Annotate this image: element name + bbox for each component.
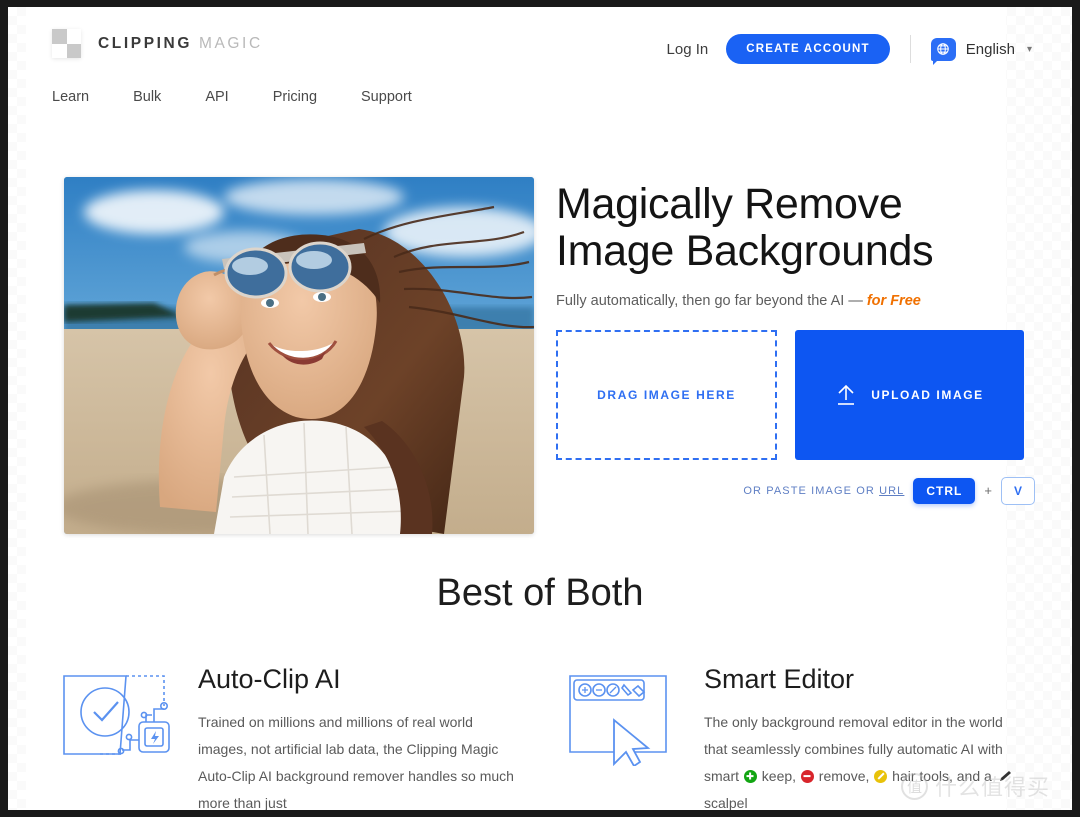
hero-subtitle-text: Fully automatically, then go far beyond … bbox=[556, 292, 867, 309]
feature-text-keep: keep, bbox=[757, 767, 800, 784]
section-title-best-of-both: Best of Both bbox=[436, 572, 644, 614]
hero-content: Magically Remove Image Backgrounds Fully… bbox=[556, 181, 1036, 505]
paste-hint-label: OR PASTE IMAGE OR URL bbox=[743, 485, 904, 497]
page-title: Magically Remove Image Backgrounds bbox=[556, 181, 1036, 275]
upload-image-button[interactable]: UPLOAD IMAGE bbox=[795, 329, 1024, 460]
smart-editor-icon bbox=[566, 662, 682, 766]
remove-tool-icon bbox=[800, 769, 814, 783]
feature-text: The only background removal editor in th… bbox=[704, 709, 1020, 810]
feature-text-end: scalpel bbox=[704, 794, 748, 810]
site-header: CLIPPING MAGIC Log In CREATE ACCOUNT Eng… bbox=[8, 7, 1072, 119]
paste-url-link[interactable]: URL bbox=[879, 485, 904, 497]
chevron-down-icon: ▾ bbox=[1026, 43, 1032, 55]
site-logo[interactable]: CLIPPING MAGIC bbox=[52, 29, 263, 58]
upload-controls: DRAG IMAGE HERE UPLOAD IMAGE bbox=[556, 329, 1036, 460]
language-label: English bbox=[965, 40, 1015, 58]
main-nav: Learn Bulk API Pricing Support bbox=[52, 89, 412, 105]
auto-clip-ai-icon bbox=[60, 662, 176, 766]
hero-title-line-1: Magically Remove bbox=[556, 180, 903, 228]
language-selector[interactable]: English ▾ bbox=[930, 37, 1032, 65]
features-row: Auto-Clip AI Trained on millions and mil… bbox=[8, 662, 1072, 810]
drag-image-dropzone[interactable]: DRAG IMAGE HERE bbox=[556, 329, 777, 460]
scalpel-icon bbox=[999, 770, 1011, 781]
nav-item-bulk[interactable]: Bulk bbox=[133, 89, 161, 105]
logo-wordmark: CLIPPING MAGIC bbox=[98, 35, 263, 53]
nav-item-learn[interactable]: Learn bbox=[52, 89, 89, 105]
nav-item-support[interactable]: Support bbox=[361, 89, 412, 105]
paste-hint-row: OR PASTE IMAGE OR URL CTRL + V bbox=[556, 476, 1036, 505]
drag-image-label: DRAG IMAGE HERE bbox=[597, 387, 736, 402]
feature-title: Auto-Clip AI bbox=[198, 664, 341, 694]
login-link[interactable]: Log In bbox=[667, 41, 709, 58]
key-v: V bbox=[1000, 476, 1035, 505]
keep-tool-icon bbox=[743, 769, 757, 783]
feature-title: Smart Editor bbox=[704, 664, 855, 694]
hero-title-line-2: Image Backgrounds bbox=[556, 226, 934, 275]
hero-subtitle-highlight: for Free bbox=[866, 292, 921, 309]
feature-body: Smart Editor The only background removal… bbox=[704, 662, 1020, 810]
checkerboard-logo-icon bbox=[52, 29, 81, 58]
paste-hint-prefix: OR PASTE IMAGE OR bbox=[743, 484, 880, 497]
upload-arrow-icon bbox=[838, 384, 855, 405]
feature-body: Auto-Clip AI Trained on millions and mil… bbox=[198, 662, 514, 810]
logo-secondary-text: MAGIC bbox=[198, 34, 263, 52]
feature-text: Trained on millions and millions of real… bbox=[198, 714, 514, 810]
nav-item-pricing[interactable]: Pricing bbox=[273, 89, 317, 105]
hero-photo bbox=[64, 177, 534, 534]
nav-item-api[interactable]: API bbox=[205, 89, 228, 105]
globe-icon bbox=[930, 37, 956, 65]
hero-subtitle: Fully automatically, then go far beyond … bbox=[556, 293, 1036, 309]
header-divider bbox=[909, 35, 911, 63]
upload-image-label: UPLOAD IMAGE bbox=[871, 387, 984, 402]
header-actions: Log In CREATE ACCOUNT English ▾ bbox=[667, 34, 1032, 65]
logo-primary-text: CLIPPING bbox=[98, 34, 193, 52]
create-account-button[interactable]: CREATE ACCOUNT bbox=[726, 34, 890, 64]
feature-smart-editor: Smart Editor The only background removal… bbox=[566, 662, 1020, 810]
hair-tool-icon bbox=[874, 769, 888, 783]
feature-auto-clip-ai: Auto-Clip AI Trained on millions and mil… bbox=[60, 662, 514, 810]
feature-text-hair: hair tools, and a bbox=[888, 767, 996, 784]
browser-viewport: CLIPPING MAGIC Log In CREATE ACCOUNT Eng… bbox=[8, 7, 1072, 810]
feature-text-remove: remove, bbox=[814, 767, 874, 784]
hero-section: Magically Remove Image Backgrounds Fully… bbox=[8, 167, 1072, 547]
key-plus-separator: + bbox=[984, 483, 992, 499]
key-ctrl: CTRL bbox=[913, 477, 976, 504]
